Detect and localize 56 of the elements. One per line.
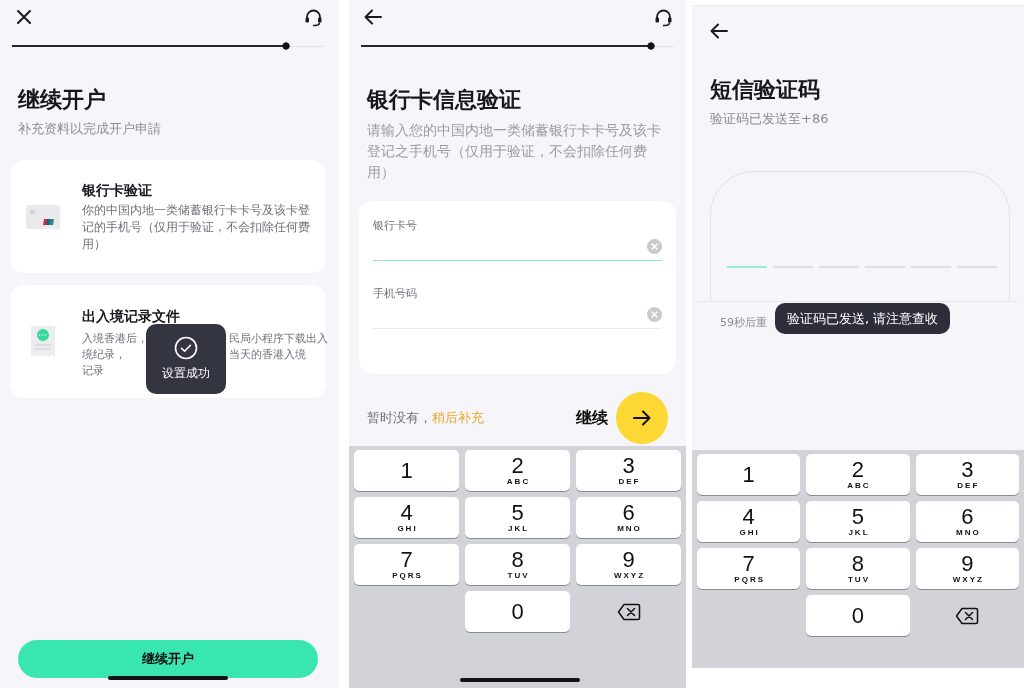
keypad-key[interactable]: 9 WXYZ	[915, 548, 1019, 589]
field-label: 银行卡号	[373, 218, 417, 232]
keypad-key[interactable]: 5 JKL	[465, 497, 570, 538]
headset-icon[interactable]	[304, 7, 323, 27]
info-card[interactable]: 出入境记录文件 设置成功 入境香港后， 民局小程序下载出入 境纪录， 当天的香港入境 记录	[10, 285, 326, 398]
card-title: 银行卡验证	[82, 181, 153, 200]
card-description: 境纪录，	[82, 346, 127, 362]
footer-note: 暂时没有，	[367, 409, 432, 427]
keypad-key[interactable]: 1	[697, 454, 801, 495]
resend-countdown: 59秒后重	[720, 314, 767, 330]
keypad-key[interactable]: 3 DEF	[576, 450, 681, 491]
card-description: 民局小程序下载出入	[229, 330, 328, 346]
clear-icon[interactable]	[647, 238, 662, 254]
field-label: 手机号码	[373, 286, 417, 300]
page-title: 短信验证码	[710, 76, 820, 104]
keypad-key[interactable]: 8 TUV	[806, 548, 910, 589]
keypad-key[interactable]: 6 MNO	[576, 497, 681, 538]
check-circle-icon	[174, 336, 198, 360]
headset-icon[interactable]	[654, 7, 673, 27]
continue-button[interactable]: 继续开户	[18, 640, 318, 678]
page-description: 请输入您的中国内地一类储蓄银行卡卡号及该卡登记之手机号（仅用于验证，不会扣除任何费用）	[367, 121, 662, 182]
page-subtitle: 补充资料以完成开户申請	[18, 120, 161, 138]
keypad-key[interactable]: 2 ABC	[465, 450, 570, 491]
page-title: 继续开户	[18, 86, 106, 114]
toast-text: 设置成功	[162, 366, 210, 381]
clear-icon[interactable]	[647, 306, 662, 322]
keypad-key[interactable]: 0	[465, 591, 570, 632]
card-description: 当天的香港入境	[229, 346, 307, 362]
info-card[interactable]: 银行卡验证 你的中国内地一类储蓄银行卡卡号及该卡登记的手机号（仅用于验证，不会扣除任何费用）	[10, 160, 326, 273]
card-description: 入境香港后，	[82, 330, 146, 346]
keypad-key[interactable]: 7 PQRS	[697, 548, 801, 589]
keypad-key[interactable]: 4 GHI	[354, 497, 459, 538]
back-arrow-icon[interactable]	[710, 23, 728, 39]
keypad-key[interactable]: 5 JKL	[806, 501, 910, 542]
keypad-key[interactable]: 1	[354, 450, 459, 491]
keypad-key[interactable]: 7 PQRS	[354, 544, 459, 585]
keypad-key[interactable]: 2 ABC	[806, 454, 910, 495]
keypad-key[interactable]: 8 TUV	[465, 544, 570, 585]
card-description: 你的中国内地一类储蓄银行卡卡号及该卡登记的手机号（仅用于验证，不会扣除任何费用）	[82, 202, 311, 253]
backspace-icon[interactable]	[616, 602, 641, 621]
bank-card-icon	[26, 204, 60, 229]
document-icon	[30, 324, 56, 359]
keypad-key[interactable]: 9 WXYZ	[576, 544, 681, 585]
card-title: 出入境记录文件	[82, 306, 181, 326]
arrow-right-icon	[633, 410, 651, 426]
keypad-key[interactable]: 4 GHI	[697, 501, 801, 542]
keypad-key[interactable]: 6 MNO	[915, 501, 1019, 542]
backspace-icon[interactable]	[955, 606, 980, 625]
toast: 验证码已发送, 请注意查收	[775, 303, 951, 334]
page-subtitle: 验证码已发送至+86	[710, 110, 829, 128]
close-icon[interactable]	[15, 8, 33, 26]
page-title: 银行卡信息验证	[367, 86, 521, 114]
card-description: 记录	[82, 362, 105, 378]
keypad-key[interactable]: 0	[806, 595, 910, 636]
back-arrow-icon[interactable]	[364, 9, 382, 25]
keypad-key[interactable]: 3 DEF	[915, 454, 1019, 495]
